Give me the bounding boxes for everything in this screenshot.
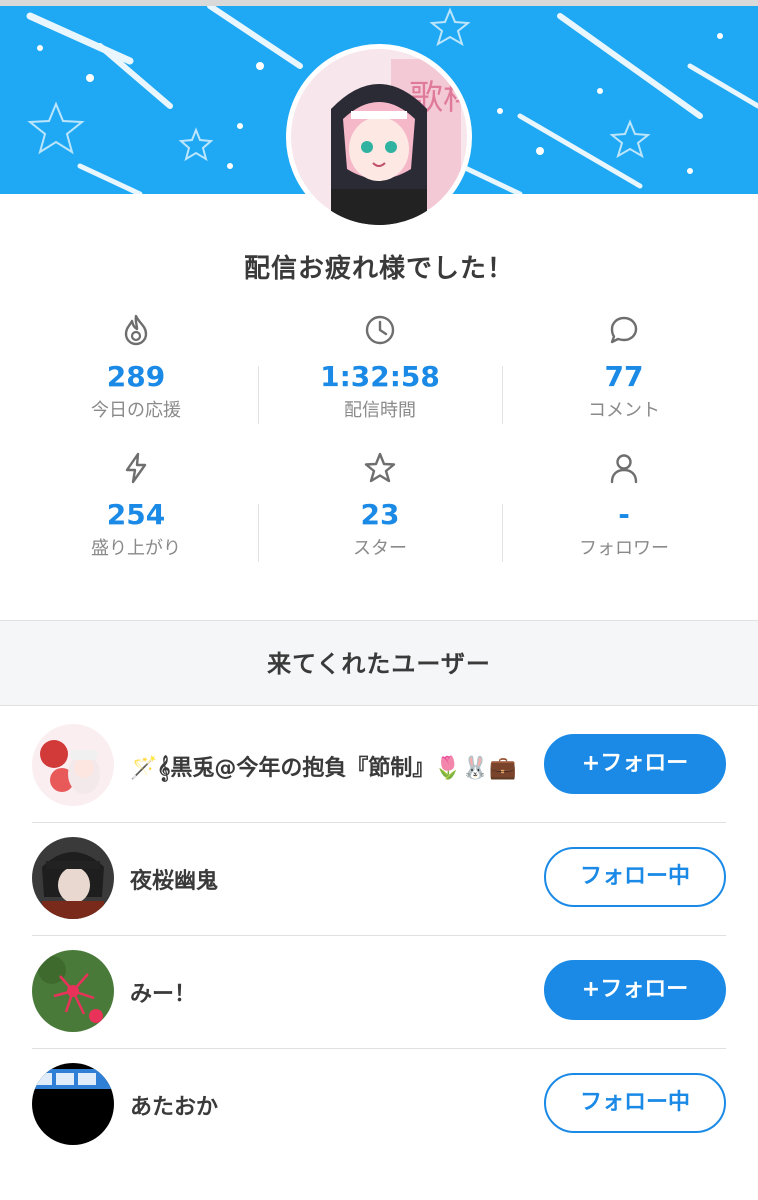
avatar-icon: [32, 950, 114, 1032]
stat-value: 77: [604, 360, 644, 393]
list-item: みー！ +フォロー: [0, 936, 758, 1049]
avatar-icon: 歌枠: [291, 49, 467, 225]
avatar-icon: [32, 837, 114, 919]
avatar[interactable]: [32, 1063, 114, 1145]
following-button[interactable]: フォロー中: [544, 847, 726, 907]
follow-button[interactable]: +フォロー: [544, 734, 726, 794]
stat-label: フォロワー: [579, 538, 669, 559]
list-item: あたおか フォロー中: [0, 1049, 758, 1162]
clock-icon: [365, 315, 395, 345]
stat-value: 1:32:58: [320, 360, 440, 393]
stat-label: 配信時間: [344, 400, 416, 421]
star-icon: [364, 452, 396, 483]
streamer-avatar[interactable]: 歌枠: [286, 44, 472, 230]
stream-stats: 289 今日の応援 1:32:58 配信時間 77 コメント 254 盛り上がり…: [0, 308, 758, 584]
avatar[interactable]: [32, 950, 114, 1032]
stat-value: 289: [106, 360, 166, 393]
stat-label: スター: [353, 538, 407, 559]
stat-duration: 1:32:58 配信時間: [258, 308, 502, 422]
stat-support: 289 今日の応援: [14, 308, 258, 422]
list-item: 夜桜幽鬼 フォロー中: [0, 823, 758, 936]
follow-button[interactable]: +フォロー: [544, 960, 726, 1020]
user-name[interactable]: あたおか: [130, 1089, 218, 1121]
visitors-section-title: 来てくれたユーザー: [0, 620, 758, 706]
stat-stars: 23 スター: [258, 446, 502, 560]
avatar-icon: [32, 1063, 114, 1145]
stat-value: 254: [106, 498, 166, 531]
avatar[interactable]: [32, 724, 114, 806]
lightning-icon: [125, 452, 147, 484]
user-name[interactable]: みー！: [130, 976, 196, 1008]
avatar-icon: [32, 724, 114, 806]
stat-value: 23: [360, 498, 400, 531]
stat-followers: - フォロワー: [502, 446, 746, 560]
stat-label: 盛り上がり: [91, 538, 181, 559]
stat-comments: 77 コメント: [502, 308, 746, 422]
list-item: 🪄𝄞黒兎@今年の抱負『節制』🌷🐰💼 +フォロー: [0, 710, 758, 823]
comment-icon: [610, 316, 638, 344]
avatar[interactable]: [32, 837, 114, 919]
stat-excitement: 254 盛り上がり: [14, 446, 258, 560]
visitor-list: 🪄𝄞黒兎@今年の抱負『節制』🌷🐰💼 +フォロー 夜桜幽鬼 フォロー中 みー！ +…: [0, 710, 758, 1162]
stats-row-2: 254 盛り上がり 23 スター - フォロワー: [0, 446, 758, 584]
following-button[interactable]: フォロー中: [544, 1073, 726, 1133]
stat-value: -: [618, 498, 630, 531]
page-title: 配信お疲れ様でした！: [243, 254, 514, 284]
stats-row-1: 289 今日の応援 1:32:58 配信時間 77 コメント: [0, 308, 758, 446]
flame-icon: [124, 314, 148, 346]
person-icon: [610, 454, 638, 484]
stat-label: 今日の応援: [91, 400, 181, 421]
user-name[interactable]: 🪄𝄞黒兎@今年の抱負『節制』🌷🐰💼: [130, 750, 517, 782]
stat-label: コメント: [588, 400, 660, 421]
user-name[interactable]: 夜桜幽鬼: [130, 863, 218, 895]
